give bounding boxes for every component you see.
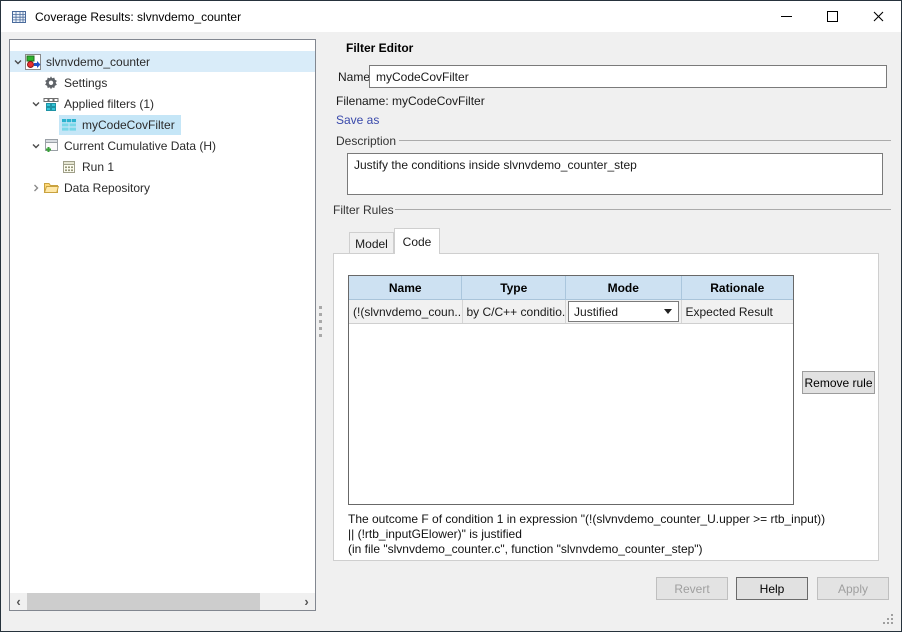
tab-code[interactable]: Code: [394, 228, 440, 254]
filter-editor-title: Filter Editor: [346, 41, 414, 55]
outcome-text: The outcome F of condition 1 in expressi…: [348, 512, 872, 557]
tree-item-run-1[interactable]: Run 1: [10, 156, 315, 177]
maximize-icon: [826, 11, 838, 22]
description-label: Description: [336, 134, 397, 148]
tree-node[interactable]: Settings: [41, 73, 113, 93]
outcome-text-line: (in file "slvnvdemo_counter.c", function…: [348, 542, 703, 556]
minimize-icon: [780, 16, 792, 17]
tree-horizontal-scrollbar[interactable]: ‹ ›: [10, 593, 315, 610]
maximize-button[interactable]: [809, 1, 855, 32]
code-tab-panel: Name Type Mode Rationale (!(slvnvdemo_coun.…: [333, 253, 879, 561]
titlebar[interactable]: Coverage Results: slvnvdemo_counter: [1, 1, 901, 32]
table-header-row: Name Type Mode Rationale: [349, 276, 793, 300]
window-controls: [763, 1, 901, 32]
mode-dropdown[interactable]: Justified: [568, 301, 679, 322]
tree-node[interactable]: myCodeCovFilter: [59, 114, 181, 135]
description-input[interactable]: Justify the conditions inside slvnvdemo_…: [347, 153, 883, 195]
table-header-rationale: Rationale: [710, 280, 765, 295]
tab-model[interactable]: Model: [349, 232, 394, 254]
tree-item-label: slvnvdemo_counter: [46, 54, 151, 69]
scroll-left-arrow-icon[interactable]: ‹: [10, 593, 27, 610]
panel-splitter[interactable]: [317, 301, 323, 341]
revert-button[interactable]: Revert: [656, 577, 728, 600]
cumulative-data-icon: [43, 138, 59, 154]
filter-rules-table: Name Type Mode Rationale (!(slvnvdemo_coun.…: [348, 275, 794, 505]
save-as-link[interactable]: Save as: [336, 113, 379, 127]
tree-item-data-repository[interactable]: Data Repository: [10, 177, 315, 198]
table-header-mode: Mode: [566, 276, 682, 299]
name-input[interactable]: myCodeCovFilter: [369, 65, 887, 88]
filter-rules-label: Filter Rules: [333, 203, 394, 217]
gear-icon: [43, 75, 59, 91]
chevron-down-icon: [663, 309, 672, 314]
rule-mode-cell[interactable]: Justified: [566, 300, 682, 323]
remove-rule-button[interactable]: Remove rule: [802, 371, 875, 394]
coverage-table-icon: [11, 9, 27, 25]
table-body: (!(slvnvdemo_coun... by C/C++ conditio...…: [349, 300, 793, 324]
resize-grip[interactable]: [883, 614, 895, 626]
close-button[interactable]: [855, 1, 901, 32]
filter-icon: [61, 117, 77, 133]
tree-item-applied-filters-1-[interactable]: Applied filters (1): [10, 93, 315, 114]
tree-item-current-cumulative-data-h-[interactable]: Current Cumulative Data (H): [10, 135, 315, 156]
help-button[interactable]: Help: [736, 577, 808, 600]
tree-node[interactable]: slvnvdemo_counter: [23, 52, 156, 72]
scrollbar-thumb[interactable]: [27, 593, 260, 610]
table-header-type: Type: [462, 276, 567, 299]
outcome-text-line: The outcome F of condition 1 in expressi…: [348, 512, 826, 526]
results-tree-panel: slvnvdemo_counter Settings Applied filters…: [9, 39, 316, 611]
outcome-text-line: || (!rtb_inputGElower)" is justified: [348, 527, 522, 541]
rule-rationale-cell[interactable]: Expected Result: [682, 300, 794, 323]
tree-item-label: Applied filters (1): [64, 96, 155, 111]
minimize-button[interactable]: [763, 1, 809, 32]
coverage-results-window: Coverage Results: slvnvdemo_counter slvn…: [0, 0, 902, 632]
chevron-down-icon[interactable]: [12, 56, 24, 68]
filename-text: Filename: myCodeCovFilter: [336, 94, 485, 108]
chevron-down-icon[interactable]: [30, 98, 42, 110]
run-icon: [61, 159, 77, 175]
filter-rules-rule: [395, 209, 891, 210]
tree-item-mycodecovfilter[interactable]: myCodeCovFilter: [10, 114, 315, 135]
close-icon: [873, 11, 883, 22]
tree-node[interactable]: Data Repository: [41, 178, 156, 198]
tree: slvnvdemo_counter Settings Applied filters…: [10, 51, 315, 198]
scroll-right-arrow-icon[interactable]: ›: [298, 593, 315, 610]
model-icon: [25, 53, 41, 70]
chevron-down-icon[interactable]: [30, 140, 42, 152]
mode-dropdown-value: Justified: [574, 304, 619, 319]
tree-item-label: myCodeCovFilter: [82, 117, 175, 132]
splitter-grip-icon: [318, 305, 322, 337]
folder-icon: [43, 180, 59, 196]
tree-item-settings[interactable]: Settings: [10, 72, 315, 93]
tree-item-slvnvdemo-counter[interactable]: slvnvdemo_counter: [10, 51, 315, 72]
tree-item-label: Settings: [64, 75, 108, 90]
apply-button[interactable]: Apply: [817, 577, 889, 600]
window-title: Coverage Results: slvnvdemo_counter: [35, 9, 242, 24]
tree-node[interactable]: Applied filters (1): [41, 94, 160, 114]
tree-node[interactable]: Current Cumulative Data (H): [41, 136, 222, 156]
tree-item-label: Current Cumulative Data (H): [64, 138, 217, 153]
tree-item-label: Run 1: [82, 159, 115, 174]
table-row[interactable]: (!(slvnvdemo_coun... by C/C++ conditio...…: [349, 300, 793, 324]
table-header-name: Name: [349, 276, 463, 299]
rule-type-cell[interactable]: by C/C++ conditio...: [463, 300, 567, 323]
tree-item-label: Data Repository: [64, 180, 151, 195]
tree-node[interactable]: Run 1: [59, 157, 120, 177]
applied-filters-icon: [43, 96, 59, 112]
name-label: Name: [338, 70, 371, 84]
rule-name-cell[interactable]: (!(slvnvdemo_coun...: [349, 300, 463, 323]
description-rule: [399, 140, 891, 141]
chevron-right-icon[interactable]: [30, 182, 42, 194]
description-value: Justify the conditions inside slvnvdemo_…: [354, 158, 637, 172]
name-input-value: myCodeCovFilter: [376, 69, 469, 84]
